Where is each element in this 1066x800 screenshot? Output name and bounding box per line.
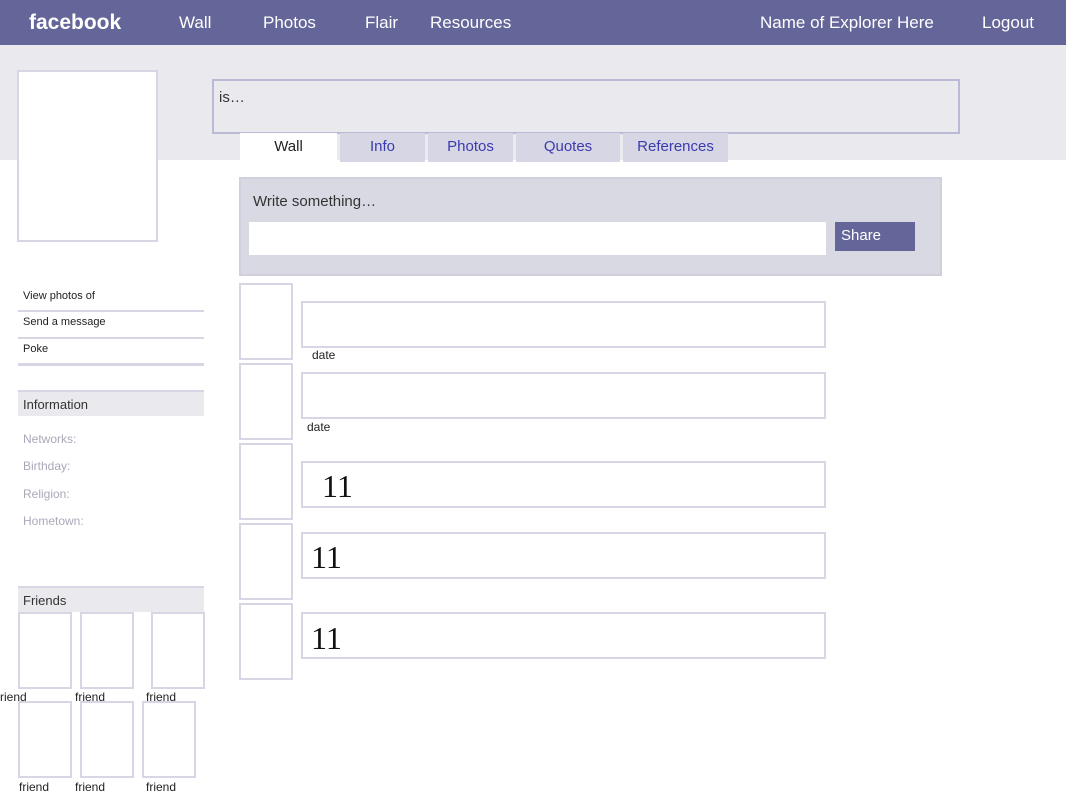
wall-post [301, 461, 826, 508]
post-text: 11 [311, 539, 342, 575]
wall-post [301, 301, 826, 348]
post-avatar[interactable] [239, 363, 293, 440]
top-navigation-bar: facebook Wall Photos Flair Resources Nam… [0, 0, 1066, 45]
hometown-label: Hometown: [23, 514, 84, 528]
post-avatar[interactable] [239, 443, 293, 520]
share-button[interactable]: Share [835, 222, 915, 251]
friend-name[interactable]: friend [19, 780, 49, 794]
friend-name[interactable]: friend [75, 780, 105, 794]
post-text: 11 [311, 620, 342, 656]
nav-wall-link[interactable]: Wall [179, 13, 211, 33]
send-message-link[interactable]: Send a message [18, 316, 204, 328]
user-name-link[interactable]: Name of Explorer Here [760, 13, 934, 33]
composer-label: Write something… [253, 193, 377, 210]
friend-photo[interactable] [142, 701, 196, 778]
post-avatar[interactable] [239, 283, 293, 360]
tab-wall[interactable]: Wall [240, 133, 337, 162]
post-date: date [307, 420, 331, 434]
view-photos-link[interactable]: View photos of [18, 290, 204, 302]
status-box[interactable]: is… [212, 79, 960, 134]
tab-quotes[interactable]: Quotes [516, 133, 620, 162]
wall-post [301, 612, 826, 659]
religion-label: Religion: [23, 487, 70, 501]
tab-references[interactable]: References [623, 133, 728, 162]
tab-photos[interactable]: Photos [428, 133, 513, 162]
wall-composer: Write something… Share [239, 177, 942, 276]
sidebar-divider [18, 310, 204, 312]
poke-link[interactable]: Poke [18, 343, 204, 355]
friend-name[interactable]: friend [146, 780, 176, 794]
post-text: 11 [322, 468, 353, 504]
post-avatar[interactable] [239, 523, 293, 600]
friend-photo[interactable] [80, 612, 134, 689]
wall-post [301, 372, 826, 419]
post-avatar[interactable] [239, 603, 293, 680]
logout-link[interactable]: Logout [982, 13, 1034, 33]
friend-photo[interactable] [18, 701, 72, 778]
status-text: is… [219, 89, 245, 106]
birthday-label: Birthday: [23, 459, 71, 473]
profile-picture[interactable] [17, 70, 158, 242]
sidebar-divider [18, 363, 204, 366]
friends-heading: Friends [18, 586, 204, 612]
post-date: date [312, 348, 336, 362]
nav-photos-link[interactable]: Photos [263, 13, 316, 33]
friend-photo[interactable] [80, 701, 134, 778]
information-heading: Information [18, 390, 204, 416]
nav-flair-link[interactable]: Flair [365, 13, 398, 33]
networks-label: Networks: [23, 432, 77, 446]
friend-photo[interactable] [18, 612, 72, 689]
friend-photo[interactable] [151, 612, 205, 689]
facebook-logo[interactable]: facebook [29, 11, 121, 35]
nav-resources-link[interactable]: Resources [430, 13, 511, 33]
composer-input[interactable] [249, 222, 826, 255]
wall-post [301, 532, 826, 579]
tab-info[interactable]: Info [340, 133, 425, 162]
sidebar-divider [18, 337, 204, 339]
